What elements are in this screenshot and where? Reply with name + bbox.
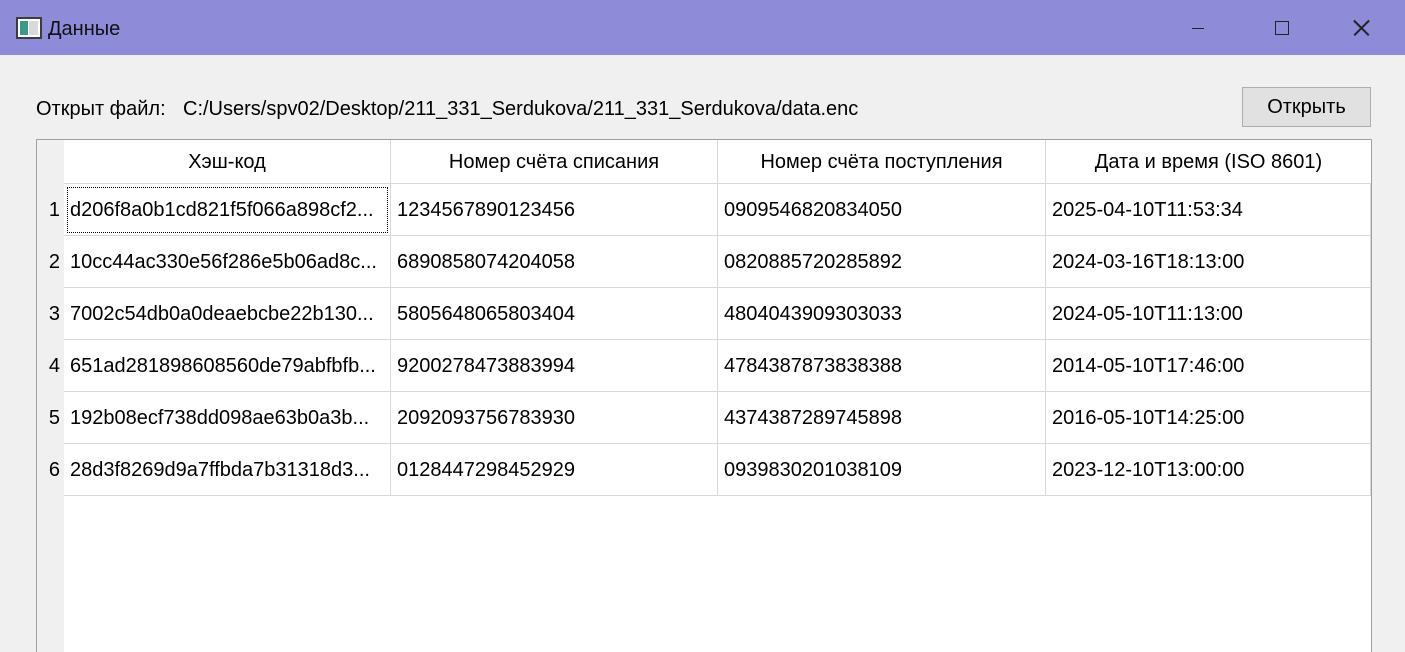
cell-debit-account[interactable]: 5805648065803404: [391, 288, 718, 340]
column-header-debit-account[interactable]: Номер счёта списания: [391, 140, 718, 184]
open-button[interactable]: Открыть: [1242, 87, 1371, 127]
window-title: Данные: [48, 18, 121, 40]
app-icon-panel-right: [29, 21, 38, 35]
cell-hash[interactable]: 28d3f8269d9a7ffbda7b31318d3...: [64, 444, 391, 496]
cell-credit-account[interactable]: 0939830201038109: [718, 444, 1046, 496]
cell-datetime[interactable]: 2024-03-16T18:13:00: [1046, 236, 1371, 288]
cell-debit-account[interactable]: 0128447298452929: [391, 444, 718, 496]
column-header-hash[interactable]: Хэш-код: [64, 140, 391, 184]
cell-debit-account[interactable]: 2092093756783930: [391, 392, 718, 444]
app-icon-panel-left: [20, 21, 28, 35]
cell-datetime[interactable]: 2014-05-10T17:46:00: [1046, 340, 1371, 392]
maximize-icon: [1275, 21, 1289, 35]
column-header: Хэш-код Номер счёта списания Номер счёта…: [64, 140, 1371, 184]
table-row[interactable]: 2 10cc44ac330e56f286e5b06ad8c... 6890858…: [37, 236, 1371, 288]
cell-datetime[interactable]: 2016-05-10T14:25:00: [1046, 392, 1371, 444]
file-path: C:/Users/spv02/Desktop/211_331_Serdukova…: [183, 98, 859, 120]
table-row[interactable]: 5 192b08ecf738dd098ae63b0a3b... 20920937…: [37, 392, 1371, 444]
table-corner[interactable]: [37, 140, 64, 184]
cell-credit-account[interactable]: 4784387873838388: [718, 340, 1046, 392]
cell-credit-account[interactable]: 0909546820834050: [718, 184, 1046, 236]
cell-hash[interactable]: 651ad281898608560de79abfbfb...: [64, 340, 391, 392]
row-header[interactable]: 1: [37, 184, 64, 236]
close-icon: [1353, 20, 1369, 36]
cell-hash[interactable]: d206f8a0b1cd821f5f066a898cf2...: [64, 184, 391, 236]
cell-datetime[interactable]: 2023-12-10T13:00:00: [1046, 444, 1371, 496]
minimize-button[interactable]: [1160, 0, 1240, 55]
cell-hash[interactable]: 192b08ecf738dd098ae63b0a3b...: [64, 392, 391, 444]
cell-debit-account[interactable]: 1234567890123456: [391, 184, 718, 236]
close-button[interactable]: [1323, 0, 1403, 55]
table-row[interactable]: 4 651ad281898608560de79abfbfb... 9200278…: [37, 340, 1371, 392]
file-label: Открыт файл:: [36, 98, 166, 120]
cell-debit-account[interactable]: 6890858074204058: [391, 236, 718, 288]
row-header[interactable]: 2: [37, 236, 64, 288]
data-table[interactable]: Хэш-код Номер счёта списания Номер счёта…: [36, 139, 1372, 652]
row-header[interactable]: 6: [37, 444, 64, 496]
row-header[interactable]: 4: [37, 340, 64, 392]
table-row[interactable]: 3 7002c54db0a0deaebcbe22b130... 58056480…: [37, 288, 1371, 340]
minimize-icon: [1192, 28, 1204, 29]
table-row[interactable]: 1 d206f8a0b1cd821f5f066a898cf2... 123456…: [37, 184, 1371, 236]
cell-hash[interactable]: 7002c54db0a0deaebcbe22b130...: [64, 288, 391, 340]
cell-credit-account[interactable]: 4374387289745898: [718, 392, 1046, 444]
cell-datetime[interactable]: 2025-04-10T11:53:34: [1046, 184, 1371, 236]
cell-datetime[interactable]: 2024-05-10T11:13:00: [1046, 288, 1371, 340]
title-bar[interactable]: Данные: [0, 0, 1405, 55]
column-header-datetime[interactable]: Дата и время (ISO 8601): [1046, 140, 1371, 184]
data-window: Данные Открыт файл: C:/Users/spv02/Deskt…: [0, 0, 1405, 652]
cell-debit-account[interactable]: 9200278473883994: [391, 340, 718, 392]
table-row[interactable]: 6 28d3f8269d9a7ffbda7b31318d3... 0128447…: [37, 444, 1371, 496]
row-header[interactable]: 5: [37, 392, 64, 444]
column-header-credit-account[interactable]: Номер счёта поступления: [718, 140, 1046, 184]
row-header[interactable]: 3: [37, 288, 64, 340]
maximize-button[interactable]: [1243, 0, 1323, 55]
cell-credit-account[interactable]: 0820885720285892: [718, 236, 1046, 288]
cell-credit-account[interactable]: 4804043909303033: [718, 288, 1046, 340]
app-icon: [16, 17, 42, 39]
cell-hash[interactable]: 10cc44ac330e56f286e5b06ad8c...: [64, 236, 391, 288]
